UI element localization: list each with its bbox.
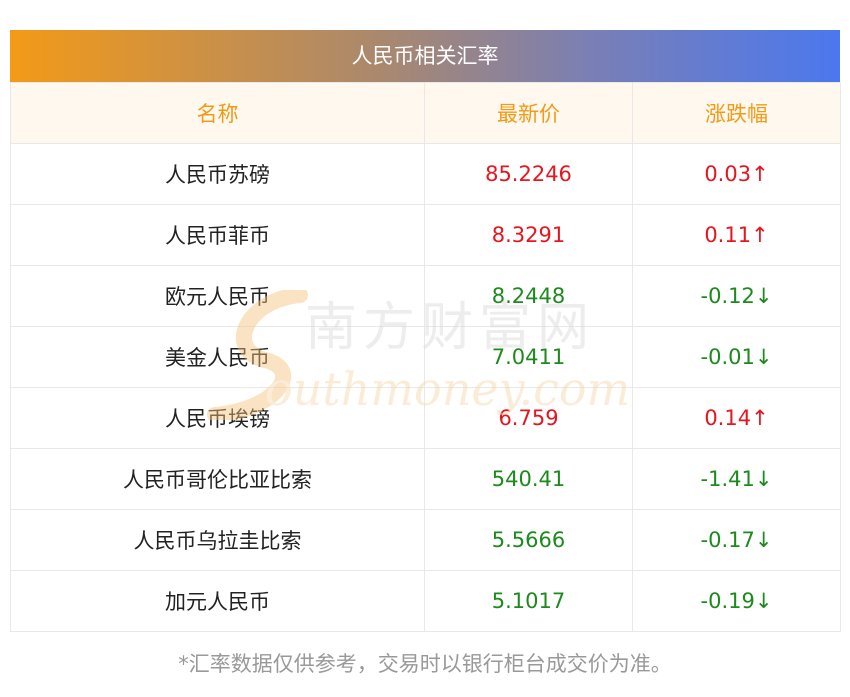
currency-name: 人民币菲币 — [10, 204, 425, 266]
change-percent: -0.19↓ — [632, 570, 841, 632]
table-row: 人民币菲币 8.3291 0.11↑ — [10, 204, 841, 266]
latest-price: 8.3291 — [424, 204, 633, 266]
table-row: 人民币埃镑 6.759 0.14↑ — [10, 387, 841, 449]
change-percent: -0.12↓ — [632, 265, 841, 327]
table-row: 欧元人民币 8.2448 -0.12↓ — [10, 265, 841, 327]
change-percent: 0.03↑ — [632, 143, 841, 205]
table-row: 加元人民币 5.1017 -0.19↓ — [10, 570, 841, 632]
currency-name: 加元人民币 — [10, 570, 425, 632]
table-row: 人民币乌拉圭比索 5.5666 -0.17↓ — [10, 509, 841, 571]
latest-price: 5.1017 — [424, 570, 633, 632]
currency-name: 人民币乌拉圭比索 — [10, 509, 425, 571]
change-percent: -0.17↓ — [632, 509, 841, 571]
table-row: 人民币苏磅 85.2246 0.03↑ — [10, 143, 841, 205]
table-title: 人民币相关汇率 — [10, 30, 840, 82]
currency-name: 人民币苏磅 — [10, 143, 425, 205]
latest-price: 85.2246 — [424, 143, 633, 205]
change-percent: 0.14↑ — [632, 387, 841, 449]
change-percent: 0.11↑ — [632, 204, 841, 266]
column-header-price: 最新价 — [424, 82, 633, 144]
latest-price: 7.0411 — [424, 326, 633, 388]
table-row: 人民币哥伦比亚比索 540.41 -1.41↓ — [10, 448, 841, 510]
currency-name: 人民币哥伦比亚比索 — [10, 448, 425, 510]
latest-price: 540.41 — [424, 448, 633, 510]
table-row: 美金人民币 7.0411 -0.01↓ — [10, 326, 841, 388]
latest-price: 6.759 — [424, 387, 633, 449]
change-percent: -0.01↓ — [632, 326, 841, 388]
column-header-name: 名称 — [10, 82, 425, 144]
footnote: *汇率数据仅供参考，交易时以银行柜台成交价为准。 — [178, 652, 672, 676]
currency-name: 人民币埃镑 — [10, 387, 425, 449]
table-header-row: 名称 最新价 涨跌幅 — [10, 82, 841, 144]
latest-price: 8.2448 — [424, 265, 633, 327]
change-percent: -1.41↓ — [632, 448, 841, 510]
column-header-change: 涨跌幅 — [632, 82, 841, 144]
latest-price: 5.5666 — [424, 509, 633, 571]
currency-name: 美金人民币 — [10, 326, 425, 388]
exchange-rate-table: 名称 最新价 涨跌幅 人民币苏磅 85.2246 0.03↑ 人民币菲币 8.3291 0… — [10, 82, 841, 632]
currency-name: 欧元人民币 — [10, 265, 425, 327]
